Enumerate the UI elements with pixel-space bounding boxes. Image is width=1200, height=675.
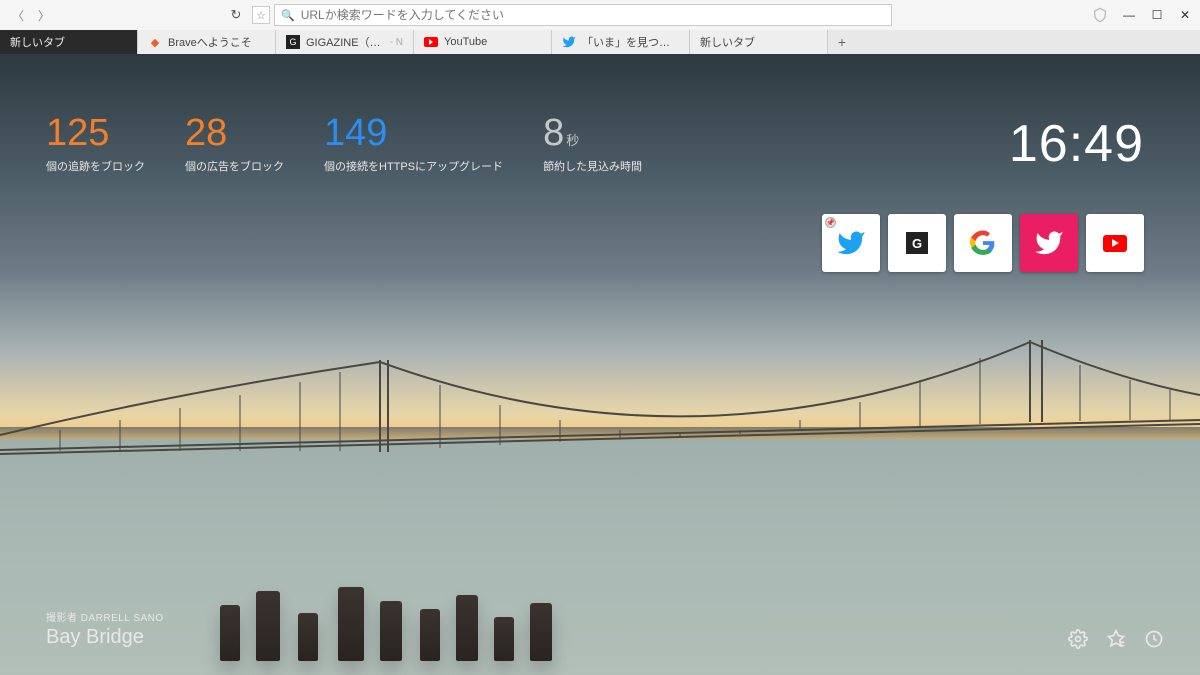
maximize-button[interactable]: ☐ [1150, 8, 1164, 22]
gigazine-icon: G [286, 35, 300, 49]
settings-button[interactable] [1068, 629, 1088, 649]
back-button[interactable]: 〈 [8, 5, 28, 25]
twitter-icon [1034, 228, 1064, 258]
tab-twitter[interactable]: 「いま」を見つけよう [552, 30, 690, 54]
twitter-icon [836, 228, 866, 258]
stat-value: 149 [324, 114, 503, 152]
address-bar[interactable]: 🔍 [274, 4, 892, 26]
page-actions [1068, 629, 1164, 649]
tab-label: 新しいタブ [700, 34, 755, 50]
tab-newtab[interactable]: 新しいタブ [690, 30, 828, 54]
tab-label: GIGAZINE（ギガジン） [306, 34, 384, 50]
bookmarks-button[interactable] [1106, 629, 1126, 649]
new-tab-button[interactable]: + [828, 30, 856, 54]
tab-youtube[interactable]: YouTube [414, 30, 552, 54]
top-sites: 📌 G [822, 214, 1144, 272]
close-button[interactable]: ✕ [1178, 8, 1192, 22]
stat-time-saved: 8秒 節約した見込み時間 [543, 114, 642, 174]
google-icon [970, 230, 996, 256]
tab-label: YouTube [444, 36, 487, 48]
topsite-twitter[interactable] [1020, 214, 1078, 272]
tab-extra: - N [390, 37, 403, 48]
stat-label: 個の広告をブロック [185, 158, 284, 174]
history-button[interactable] [1144, 629, 1164, 649]
topsite-youtube[interactable] [1086, 214, 1144, 272]
twitter-icon [562, 35, 576, 49]
shield-icon[interactable] [1092, 7, 1108, 23]
stat-https: 149 個の接続をHTTPSにアップグレード [324, 114, 503, 174]
topsite-twitter-pinned[interactable]: 📌 [822, 214, 880, 272]
stat-value: 125 [46, 114, 145, 152]
topsite-gigazine[interactable]: G [888, 214, 946, 272]
stat-value: 28 [185, 114, 284, 152]
credit-title: Bay Bridge [46, 626, 164, 649]
bookmark-list-icon [1106, 629, 1126, 649]
stat-label: 個の追跡をブロック [46, 158, 145, 174]
photo-credit: 撮影者 DARRELL SANO Bay Bridge [46, 609, 164, 649]
gear-icon [1068, 629, 1088, 649]
tab-newtab-active[interactable]: 新しいタブ [0, 30, 138, 54]
bookmark-button[interactable]: ☆ [252, 6, 270, 24]
minimize-button[interactable]: — [1122, 8, 1136, 22]
search-icon: 🔍 [281, 9, 295, 22]
browser-toolbar: 〈 〉 ↻ ☆ 🔍 — ☐ ✕ [0, 0, 1200, 30]
stat-label: 節約した見込み時間 [543, 158, 642, 174]
url-input[interactable] [301, 8, 885, 22]
clock: 16:49 [1009, 114, 1144, 174]
stat-trackers: 125 個の追跡をブロック [46, 114, 145, 174]
reload-button[interactable]: ↻ [226, 5, 246, 25]
tab-label: Braveへようこそ [168, 34, 252, 50]
topsite-google[interactable] [954, 214, 1012, 272]
stat-ads: 28 個の広告をブロック [185, 114, 284, 174]
youtube-icon [1103, 235, 1127, 252]
history-icon [1144, 629, 1164, 649]
tab-brave-welcome[interactable]: ◆ Braveへようこそ [138, 30, 276, 54]
forward-button[interactable]: 〉 [34, 5, 54, 25]
brave-icon: ◆ [148, 35, 162, 49]
tab-label: 新しいタブ [10, 34, 65, 50]
new-tab-page: 125 個の追跡をブロック 28 個の広告をブロック 149 個の接続をHTTP… [0, 54, 1200, 675]
stat-label: 個の接続をHTTPSにアップグレード [324, 158, 503, 174]
tab-strip: 新しいタブ ◆ Braveへようこそ G GIGAZINE（ギガジン） - N … [0, 30, 1200, 54]
pin-icon: 📌 [825, 217, 836, 228]
tab-gigazine[interactable]: G GIGAZINE（ギガジン） - N [276, 30, 414, 54]
stat-value: 8秒 [543, 114, 642, 152]
youtube-icon [424, 35, 438, 49]
gigazine-icon: G [906, 232, 928, 254]
tab-label: 「いま」を見つけよう [582, 34, 679, 50]
stats-row: 125 個の追跡をブロック 28 個の広告をブロック 149 個の接続をHTTP… [46, 114, 642, 174]
credit-author: 撮影者 DARRELL SANO [46, 609, 164, 624]
